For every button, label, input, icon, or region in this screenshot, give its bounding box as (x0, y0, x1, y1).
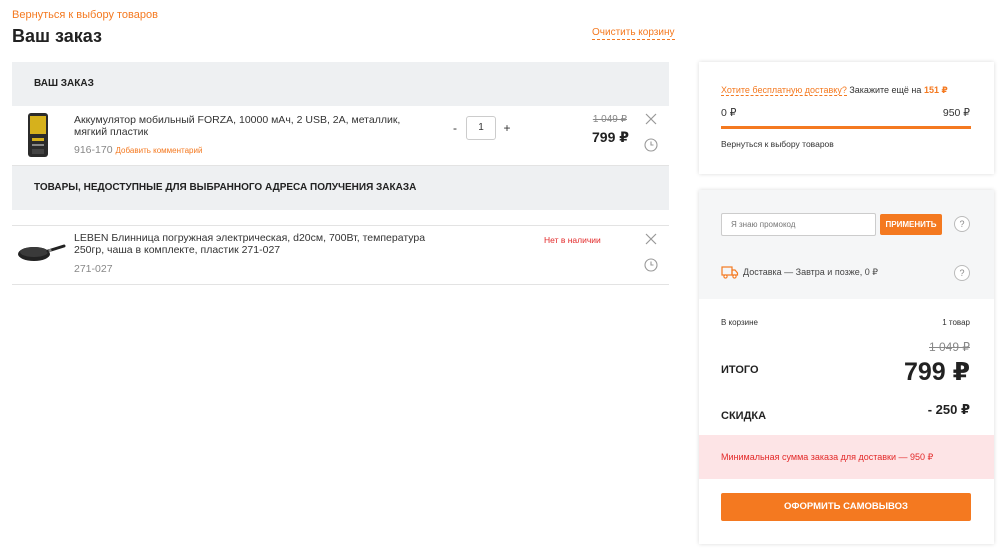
item-name[interactable]: Аккумулятор мобильный FORZA, 10000 мАч, … (74, 114, 434, 138)
product-image-powerbank[interactable] (26, 112, 50, 158)
total-label: ИТОГО (721, 364, 759, 376)
cart-item: Аккумулятор мобильный FORZA, 10000 мАч, … (12, 106, 669, 166)
free-delivery-amount: 151 ₽ (923, 85, 948, 95)
progress-max-label: 950 ₽ (942, 107, 970, 119)
page-title: Ваш заказ (12, 26, 102, 46)
quantity-input[interactable]: 1 (466, 116, 496, 140)
promo-code-input[interactable]: Я знаю промокод (721, 213, 876, 236)
item-old-price: 1 049 ₽ (592, 114, 627, 125)
promo-block: Я знаю промокод ПРИМЕНИТЬ ? Доставка — З… (699, 190, 994, 299)
question-icon[interactable]: ? (954, 216, 970, 232)
discount-value: - 250 ₽ (927, 402, 970, 417)
clock-icon[interactable] (644, 258, 658, 272)
free-delivery-text: Хотите бесплатную доставку? Закажите ещё… (721, 85, 948, 96)
progress-min-label: 0 ₽ (721, 107, 737, 119)
close-icon[interactable] (644, 232, 658, 246)
item-code: 916-170 Добавить комментарий (74, 144, 202, 156)
discount-label: СКИДКА (721, 410, 767, 422)
checkout-pickup-button[interactable]: ОФОРМИТЬ САМОВЫВОЗ (721, 493, 971, 521)
product-image-crepe-maker[interactable] (16, 239, 66, 265)
free-delivery-link[interactable]: Хотите бесплатную доставку? (721, 85, 847, 96)
free-delivery-hint: Закажите ещё на (849, 85, 922, 95)
question-icon[interactable]: ? (954, 265, 970, 281)
unavailable-item: LEBEN Блинница погружная электрическая, … (12, 225, 669, 285)
qty-plus-button[interactable]: + (500, 121, 514, 135)
total-old-price: 1 049 ₽ (929, 340, 970, 354)
unavailable-section-heading: ТОВАРЫ, НЕДОСТУПНЫЕ ДЛЯ ВЫБРАННОГО АДРЕС… (12, 166, 669, 210)
item-code-value: 916-170 (74, 144, 113, 156)
free-delivery-panel: Хотите бесплатную доставку? Закажите ещё… (699, 62, 994, 174)
out-of-stock-label: Нет в наличии (544, 235, 601, 245)
item-code: 271-027 (74, 263, 113, 275)
min-order-warning: Минимальная сумма заказа для доставки — … (699, 435, 994, 479)
order-summary-panel: Я знаю промокод ПРИМЕНИТЬ ? Доставка — З… (699, 190, 994, 544)
clear-cart-link[interactable]: Очистить корзину (592, 27, 675, 40)
free-delivery-progress-bar (721, 126, 971, 129)
back-to-products-link-small[interactable]: Вернуться к выбору товаров (721, 139, 834, 149)
item-name[interactable]: LEBEN Блинница погружная электрическая, … (74, 232, 434, 256)
apply-promo-button[interactable]: ПРИМЕНИТЬ (880, 214, 942, 235)
qty-minus-button[interactable]: - (448, 121, 462, 135)
order-section-heading: ВАШ ЗАКАЗ (12, 62, 669, 106)
truck-icon (721, 265, 739, 279)
back-to-products-link[interactable]: Вернуться к выбору товаров (12, 9, 158, 21)
clock-icon[interactable] (644, 138, 658, 152)
item-price: 799 ₽ (592, 129, 629, 145)
add-comment-link[interactable]: Добавить комментарий (116, 146, 203, 155)
quantity-stepper: - 1 + (448, 116, 514, 140)
total-price: 799 ₽ (903, 358, 970, 386)
close-icon[interactable] (644, 112, 658, 126)
in-cart-label: В корзине (721, 318, 758, 327)
delivery-info: Доставка — Завтра и позже, 0 ₽ (743, 267, 878, 277)
in-cart-count: 1 товар (942, 318, 970, 327)
